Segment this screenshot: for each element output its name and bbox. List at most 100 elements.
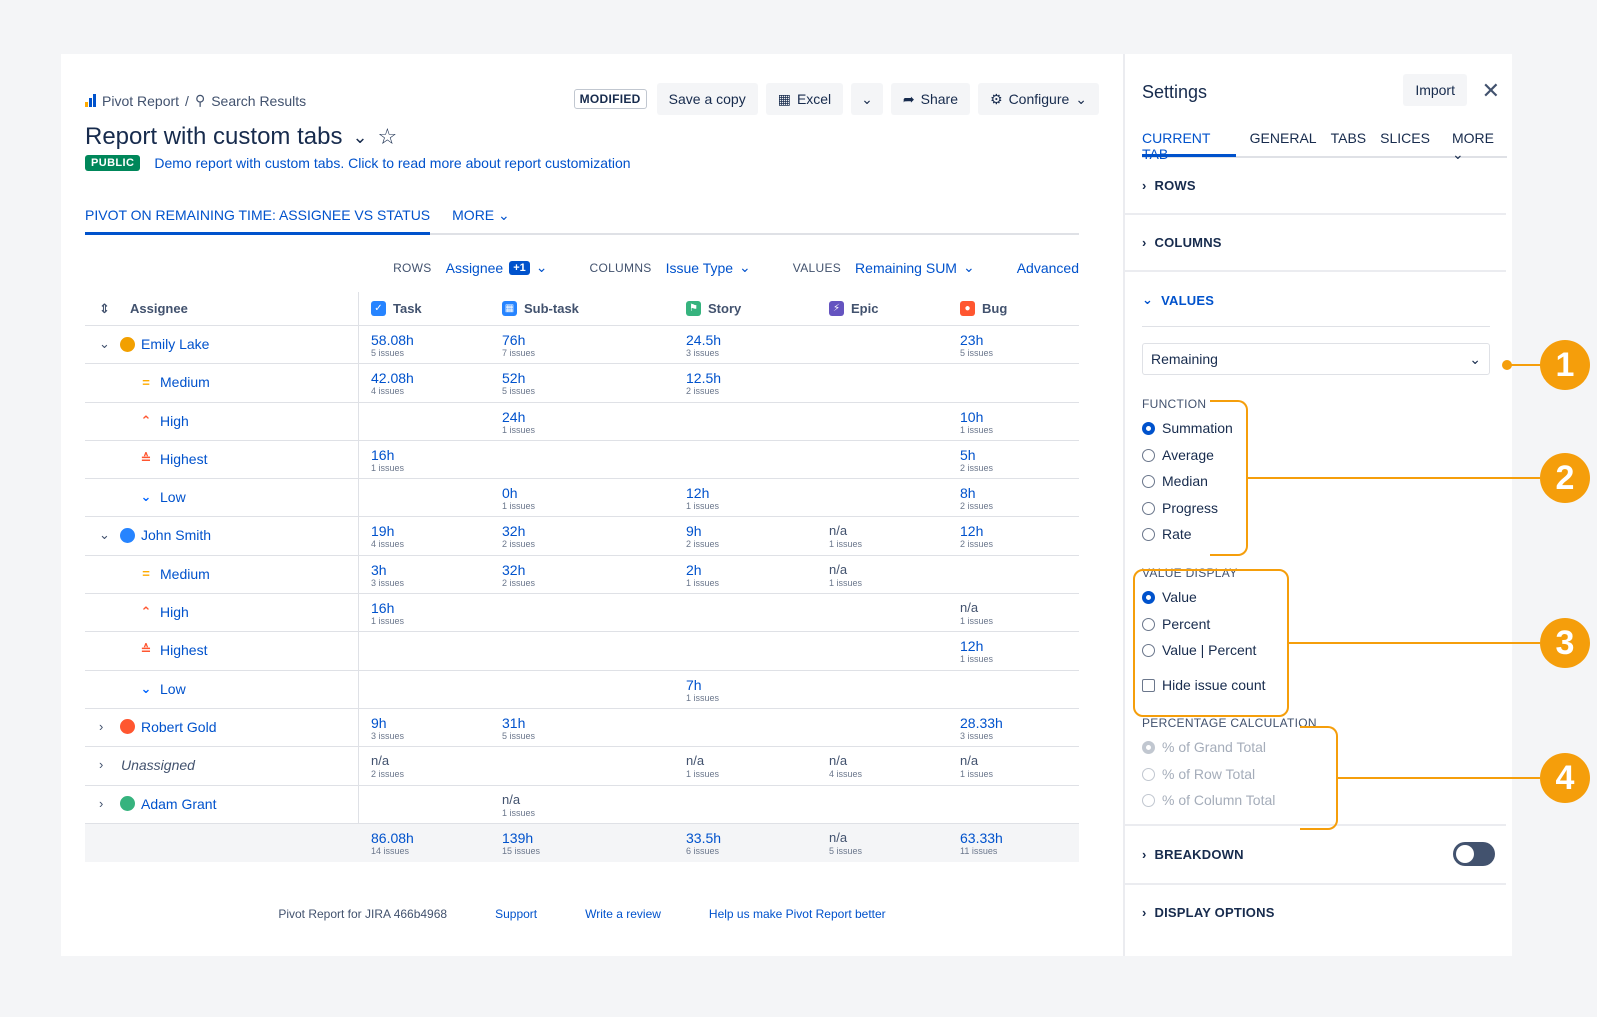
cell-subtask[interactable]: 32h 2 issues — [502, 562, 535, 589]
cell-story[interactable]: 2h 1 issues — [686, 562, 719, 589]
row-label[interactable]: = Medium — [138, 566, 210, 582]
cell-task[interactable]: 16h 1 issues — [371, 447, 404, 474]
row-label[interactable]: John Smith — [120, 527, 211, 543]
pct-grand-total[interactable]: % of Grand Total — [1142, 739, 1266, 755]
report-description-link[interactable]: Demo report with custom tabs. Click to r… — [154, 155, 630, 171]
cell-subtask[interactable]: 52h 5 issues — [502, 370, 535, 397]
cell-task[interactable]: 86.08h 14 issues — [371, 830, 414, 857]
row-label[interactable]: Robert Gold — [120, 719, 216, 735]
sort-icon[interactable]: ⇕ — [99, 301, 110, 317]
share-button[interactable]: ➦ Share — [890, 83, 970, 115]
cell-task[interactable]: 42.08h 4 issues — [371, 370, 414, 397]
cell-subtask[interactable]: 31h 5 issues — [502, 715, 535, 742]
cell-task[interactable]: n/a 2 issues — [371, 753, 404, 780]
cell-story[interactable]: 7h 1 issues — [686, 677, 719, 704]
pct-column-total[interactable]: % of Column Total — [1142, 792, 1275, 808]
cell-bug[interactable]: n/a 1 issues — [960, 600, 993, 627]
cell-story[interactable]: n/a 1 issues — [686, 753, 719, 780]
cell-subtask[interactable]: n/a 1 issues — [502, 792, 535, 819]
cell-subtask[interactable]: 0h 1 issues — [502, 485, 535, 512]
chevron-right-icon[interactable]: › — [99, 796, 103, 811]
tab-more[interactable]: MORE ⌄ — [452, 205, 510, 233]
cell-bug[interactable]: 23h 5 issues — [960, 332, 993, 359]
tab-slices[interactable]: SLICES — [1380, 130, 1430, 156]
cell-bug[interactable]: 10h 1 issues — [960, 409, 993, 436]
advanced-link[interactable]: Advanced — [1017, 260, 1079, 276]
help-link[interactable]: Help us make Pivot Report better — [709, 907, 886, 921]
breadcrumb-current[interactable]: Search Results — [211, 93, 306, 109]
cell-epic[interactable]: n/a 1 issues — [829, 562, 862, 589]
configure-button[interactable]: ⚙ Configure ⌄ — [978, 83, 1099, 115]
section-rows[interactable]: › ROWS — [1125, 178, 1506, 193]
function-average[interactable]: Average — [1142, 447, 1214, 463]
cell-story[interactable]: 24.5h 3 issues — [686, 332, 721, 359]
value-field-select[interactable]: Remaining ⌄ — [1142, 343, 1490, 375]
rows-selector[interactable]: Assignee +1 ⌄ — [446, 259, 548, 276]
tab-more[interactable]: MORE ⌄ — [1452, 130, 1507, 162]
cell-task[interactable]: 16h 1 issues — [371, 600, 404, 627]
cell-bug[interactable]: 12h 1 issues — [960, 638, 993, 665]
cell-epic[interactable]: n/a 1 issues — [829, 523, 862, 550]
row-label[interactable]: Adam Grant — [120, 796, 216, 812]
col-story[interactable]: ⚑ Story — [686, 301, 741, 316]
section-values[interactable]: ⌄ VALUES — [1125, 292, 1506, 308]
excel-dropdown-button[interactable]: ⌄ — [851, 83, 883, 115]
col-assignee[interactable]: Assignee — [130, 301, 188, 316]
cell-bug[interactable]: 5h 2 issues — [960, 447, 993, 474]
cell-story[interactable]: 12.5h 2 issues — [686, 370, 721, 397]
row-label[interactable]: ≙ Highest — [138, 451, 208, 467]
chevron-right-icon[interactable]: › — [99, 757, 103, 772]
star-icon[interactable]: ☆ — [378, 124, 398, 150]
col-subtask[interactable]: ▦ Sub-task — [502, 301, 579, 316]
row-label[interactable]: ≙ Highest — [138, 642, 208, 658]
pct-row-total[interactable]: % of Row Total — [1142, 766, 1255, 782]
cell-task[interactable]: 3h 3 issues — [371, 562, 404, 589]
col-bug[interactable]: ● Bug — [960, 301, 1007, 316]
chevron-down-icon[interactable]: ⌄ — [99, 527, 110, 543]
cell-epic[interactable]: n/a 5 issues — [829, 830, 862, 857]
import-button[interactable]: Import — [1403, 74, 1467, 106]
cell-epic[interactable]: n/a 4 issues — [829, 753, 862, 780]
row-label[interactable]: Emily Lake — [120, 336, 209, 352]
tab-tabs[interactable]: TABS — [1331, 130, 1367, 156]
tab-current[interactable]: CURRENT TAB — [1142, 130, 1236, 162]
cell-bug[interactable]: 8h 2 issues — [960, 485, 993, 512]
row-label[interactable]: Unassigned — [121, 757, 195, 773]
cell-story[interactable]: 12h 1 issues — [686, 485, 719, 512]
cell-bug[interactable]: 12h 2 issues — [960, 523, 993, 550]
tab-general[interactable]: GENERAL — [1250, 130, 1317, 156]
function-median[interactable]: Median — [1142, 473, 1208, 489]
cell-bug[interactable]: 63.33h 11 issues — [960, 830, 1003, 857]
columns-selector[interactable]: Issue Type ⌄ — [666, 259, 751, 276]
breadcrumb-root[interactable]: Pivot Report — [102, 93, 179, 109]
col-task[interactable]: ✓ Task — [371, 301, 422, 316]
save-copy-button[interactable]: Save a copy — [656, 83, 758, 115]
cell-bug[interactable]: 28.33h 3 issues — [960, 715, 1003, 742]
cell-task[interactable]: 19h 4 issues — [371, 523, 404, 550]
section-display-options[interactable]: › DISPLAY OPTIONS — [1125, 905, 1506, 920]
row-label[interactable]: = Medium — [138, 374, 210, 390]
cell-story[interactable]: 33.5h 6 issues — [686, 830, 721, 857]
function-rate[interactable]: Rate — [1142, 526, 1192, 542]
cell-subtask[interactable]: 139h 15 issues — [502, 830, 540, 857]
section-columns[interactable]: › COLUMNS — [1125, 235, 1506, 250]
row-label[interactable]: ⌃ High — [138, 413, 189, 429]
tab-pivot-remaining[interactable]: PIVOT ON REMAINING TIME: ASSIGNEE VS STA… — [85, 205, 431, 235]
row-label[interactable]: ⌃ High — [138, 604, 189, 620]
cell-subtask[interactable]: 32h 2 issues — [502, 523, 535, 550]
cell-task[interactable]: 9h 3 issues — [371, 715, 404, 742]
cell-subtask[interactable]: 24h 1 issues — [502, 409, 535, 436]
values-selector[interactable]: Remaining SUM ⌄ — [855, 259, 975, 276]
close-icon[interactable]: ✕ — [1482, 78, 1500, 104]
chevron-right-icon[interactable]: › — [99, 719, 103, 734]
write-review-link[interactable]: Write a review — [585, 907, 661, 921]
cell-story[interactable]: 9h 2 issues — [686, 523, 719, 550]
cell-bug[interactable]: n/a 1 issues — [960, 753, 993, 780]
excel-button[interactable]: ▦ Excel — [765, 83, 844, 115]
row-label[interactable]: ⌄ Low — [138, 489, 186, 505]
cell-subtask[interactable]: 76h 7 issues — [502, 332, 535, 359]
col-epic[interactable]: ⚡ Epic — [829, 301, 878, 316]
chevron-down-icon[interactable]: ⌄ — [99, 336, 110, 352]
section-breakdown[interactable]: › BREAKDOWN — [1125, 847, 1506, 862]
function-progress[interactable]: Progress — [1142, 500, 1218, 516]
